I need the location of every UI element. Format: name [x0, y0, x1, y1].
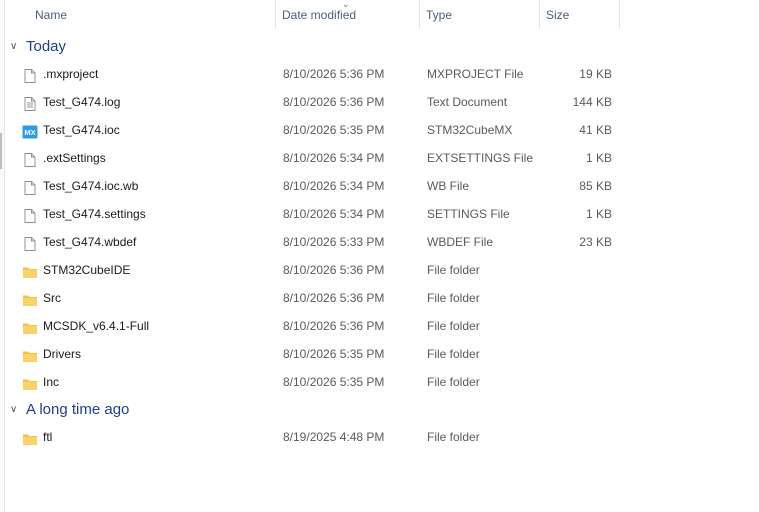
- file-row[interactable]: Src 8/10/2026 5:36 PM File folder: [4, 284, 644, 312]
- group-header-a-long-time-ago[interactable]: ∨ A long time ago: [4, 398, 204, 422]
- group-label: A long time ago: [26, 401, 130, 418]
- file-date-modified: 8/10/2026 5:36 PM: [283, 319, 385, 333]
- column-header-name[interactable]: Name: [4, 0, 276, 29]
- file-icon: [22, 234, 38, 251]
- stm32cubemx-icon-text: MX: [24, 128, 35, 137]
- column-header-bar: Name Date modified Type Size ⌄: [4, 0, 759, 29]
- file-name: STM32CubeIDE: [43, 263, 131, 277]
- file-size: 85 KB: [579, 179, 612, 193]
- file-row[interactable]: Test_G474.log 8/10/2026 5:36 PM Text Docum…: [4, 88, 644, 116]
- file-date-modified: 8/10/2026 5:35 PM: [283, 347, 385, 361]
- file-size: 1 KB: [585, 207, 612, 221]
- file-type: SETTINGS File: [427, 207, 510, 221]
- folder-icon: [22, 290, 38, 306]
- file-row[interactable]: ftl 8/19/2025 4:48 PM File folder: [4, 423, 644, 451]
- text-file-icon: [22, 94, 38, 111]
- column-header-size[interactable]: Size: [540, 0, 620, 29]
- file-type: File folder: [427, 263, 480, 277]
- file-name: Inc: [43, 375, 60, 389]
- file-size: 23 KB: [579, 235, 612, 249]
- file-date-modified: 8/10/2026 5:35 PM: [283, 123, 385, 137]
- file-type: File folder: [427, 319, 480, 333]
- file-icon: [22, 150, 38, 167]
- file-name: .extSettings: [43, 151, 106, 165]
- file-type: WB File: [427, 179, 469, 193]
- file-name: Test_G474.ioc: [43, 123, 120, 137]
- file-name: Drivers: [43, 347, 81, 361]
- file-size: 144 KB: [572, 95, 612, 109]
- file-date-modified: 8/10/2026 5:34 PM: [283, 151, 385, 165]
- file-row[interactable]: Test_G474.ioc.wb 8/10/2026 5:34 PM WB File…: [4, 172, 644, 200]
- file-row[interactable]: Drivers 8/10/2026 5:35 PM File folder: [4, 340, 644, 368]
- file-date-modified: 8/19/2025 4:48 PM: [283, 430, 385, 444]
- sort-descending-icon: ⌄: [342, 0, 350, 9]
- group-label: Today: [26, 38, 67, 55]
- file-size: 1 KB: [585, 151, 612, 165]
- file-name: Src: [43, 291, 61, 305]
- file-type: EXTSETTINGS File: [427, 151, 534, 165]
- stm32cubemx-icon: MX: [22, 122, 38, 139]
- file-date-modified: 8/10/2026 5:36 PM: [283, 291, 385, 305]
- file-row[interactable]: MX Test_G474.ioc 8/10/2026 5:35 PM STM32Cub…: [4, 116, 644, 144]
- file-name: MCSDK_v6.4.1-Full: [43, 319, 150, 333]
- folder-icon: [22, 262, 38, 278]
- file-date-modified: 8/10/2026 5:35 PM: [283, 375, 385, 389]
- file-row[interactable]: .mxproject 8/10/2026 5:36 PM MXPROJECT Fil…: [4, 60, 644, 88]
- pane-splitter[interactable]: [0, 133, 2, 169]
- file-size: 19 KB: [579, 67, 612, 81]
- folder-icon: [22, 374, 38, 390]
- file-type: Text Document: [427, 95, 508, 109]
- file-size: 41 KB: [579, 123, 612, 137]
- file-name: Test_G474.ioc.wb: [43, 179, 139, 193]
- file-name: Test_G474.settings: [43, 207, 146, 221]
- file-date-modified: 8/10/2026 5:34 PM: [283, 179, 385, 193]
- file-icon: [22, 206, 38, 223]
- file-type: File folder: [427, 430, 480, 444]
- file-name: Test_G474.wbdef: [43, 235, 137, 249]
- file-type: File folder: [427, 291, 480, 305]
- file-row[interactable]: Test_G474.wbdef 8/10/2026 5:33 PM WBDEF Fi…: [4, 228, 644, 256]
- file-date-modified: 8/10/2026 5:36 PM: [283, 263, 385, 277]
- file-row[interactable]: Test_G474.settings 8/10/2026 5:34 PM SETTI…: [4, 200, 644, 228]
- file-row[interactable]: STM32CubeIDE 8/10/2026 5:36 PM File folder: [4, 256, 644, 284]
- file-type: File folder: [427, 375, 480, 389]
- chevron-down-icon: ∨: [10, 404, 18, 415]
- file-row[interactable]: Inc 8/10/2026 5:35 PM File folder: [4, 368, 644, 396]
- file-type: WBDEF File: [427, 235, 493, 249]
- file-name: ftl: [43, 430, 53, 444]
- file-date-modified: 8/10/2026 5:33 PM: [283, 235, 385, 249]
- file-row[interactable]: .extSettings 8/10/2026 5:34 PM EXTSETTINGS…: [4, 144, 644, 172]
- group-header-today[interactable]: ∨ Today: [4, 35, 204, 59]
- file-icon: [22, 66, 38, 83]
- file-icon: [22, 178, 38, 195]
- file-row[interactable]: MCSDK_v6.4.1-Full 8/10/2026 5:36 PM File f…: [4, 312, 644, 340]
- file-name: .mxproject: [43, 67, 99, 81]
- column-header-type[interactable]: Type: [420, 0, 540, 29]
- file-date-modified: 8/10/2026 5:34 PM: [283, 207, 385, 221]
- file-name: Test_G474.log: [43, 95, 121, 109]
- folder-icon: [22, 346, 38, 362]
- file-type: STM32CubeMX: [427, 123, 513, 137]
- chevron-down-icon: ∨: [10, 41, 18, 52]
- folder-icon: [22, 318, 38, 334]
- file-date-modified: 8/10/2026 5:36 PM: [283, 67, 385, 81]
- file-date-modified: 8/10/2026 5:36 PM: [283, 95, 385, 109]
- file-type: MXPROJECT File: [427, 67, 524, 81]
- file-type: File folder: [427, 347, 480, 361]
- folder-icon: [22, 429, 38, 445]
